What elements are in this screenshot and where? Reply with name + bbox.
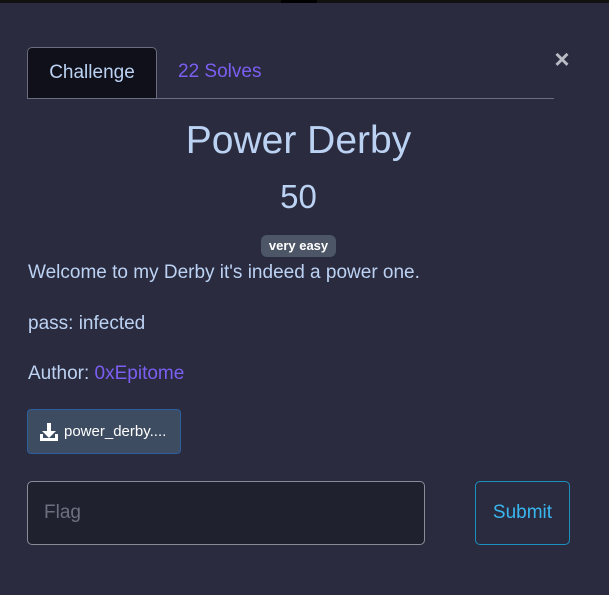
- password-text: pass: infected: [28, 313, 146, 334]
- description-text: Welcome to my Derby it's indeed a power …: [28, 262, 420, 283]
- flag-input[interactable]: [27, 481, 425, 545]
- download-icon: [40, 423, 58, 441]
- author-link[interactable]: 0xEpitome: [95, 363, 185, 384]
- tab-challenge[interactable]: Challenge: [27, 47, 157, 98]
- challenge-title: Power Derby: [185, 119, 412, 162]
- difficulty-badge: very easy: [261, 235, 336, 257]
- author-line: Author: 0xEpitome: [28, 363, 184, 385]
- challenge-modal: Challenge 22 Solves × Power Derby 50 ver…: [0, 3, 609, 595]
- download-file-button[interactable]: power_derby....: [27, 409, 181, 454]
- submit-button[interactable]: Submit: [475, 481, 570, 545]
- challenge-points: 50: [280, 178, 317, 215]
- close-button[interactable]: ×: [552, 46, 572, 72]
- tab-bar: Challenge 22 Solves: [27, 44, 554, 99]
- tab-solves[interactable]: 22 Solves: [178, 47, 261, 97]
- file-name: power_derby....: [64, 423, 167, 440]
- author-label: Author:: [28, 363, 95, 384]
